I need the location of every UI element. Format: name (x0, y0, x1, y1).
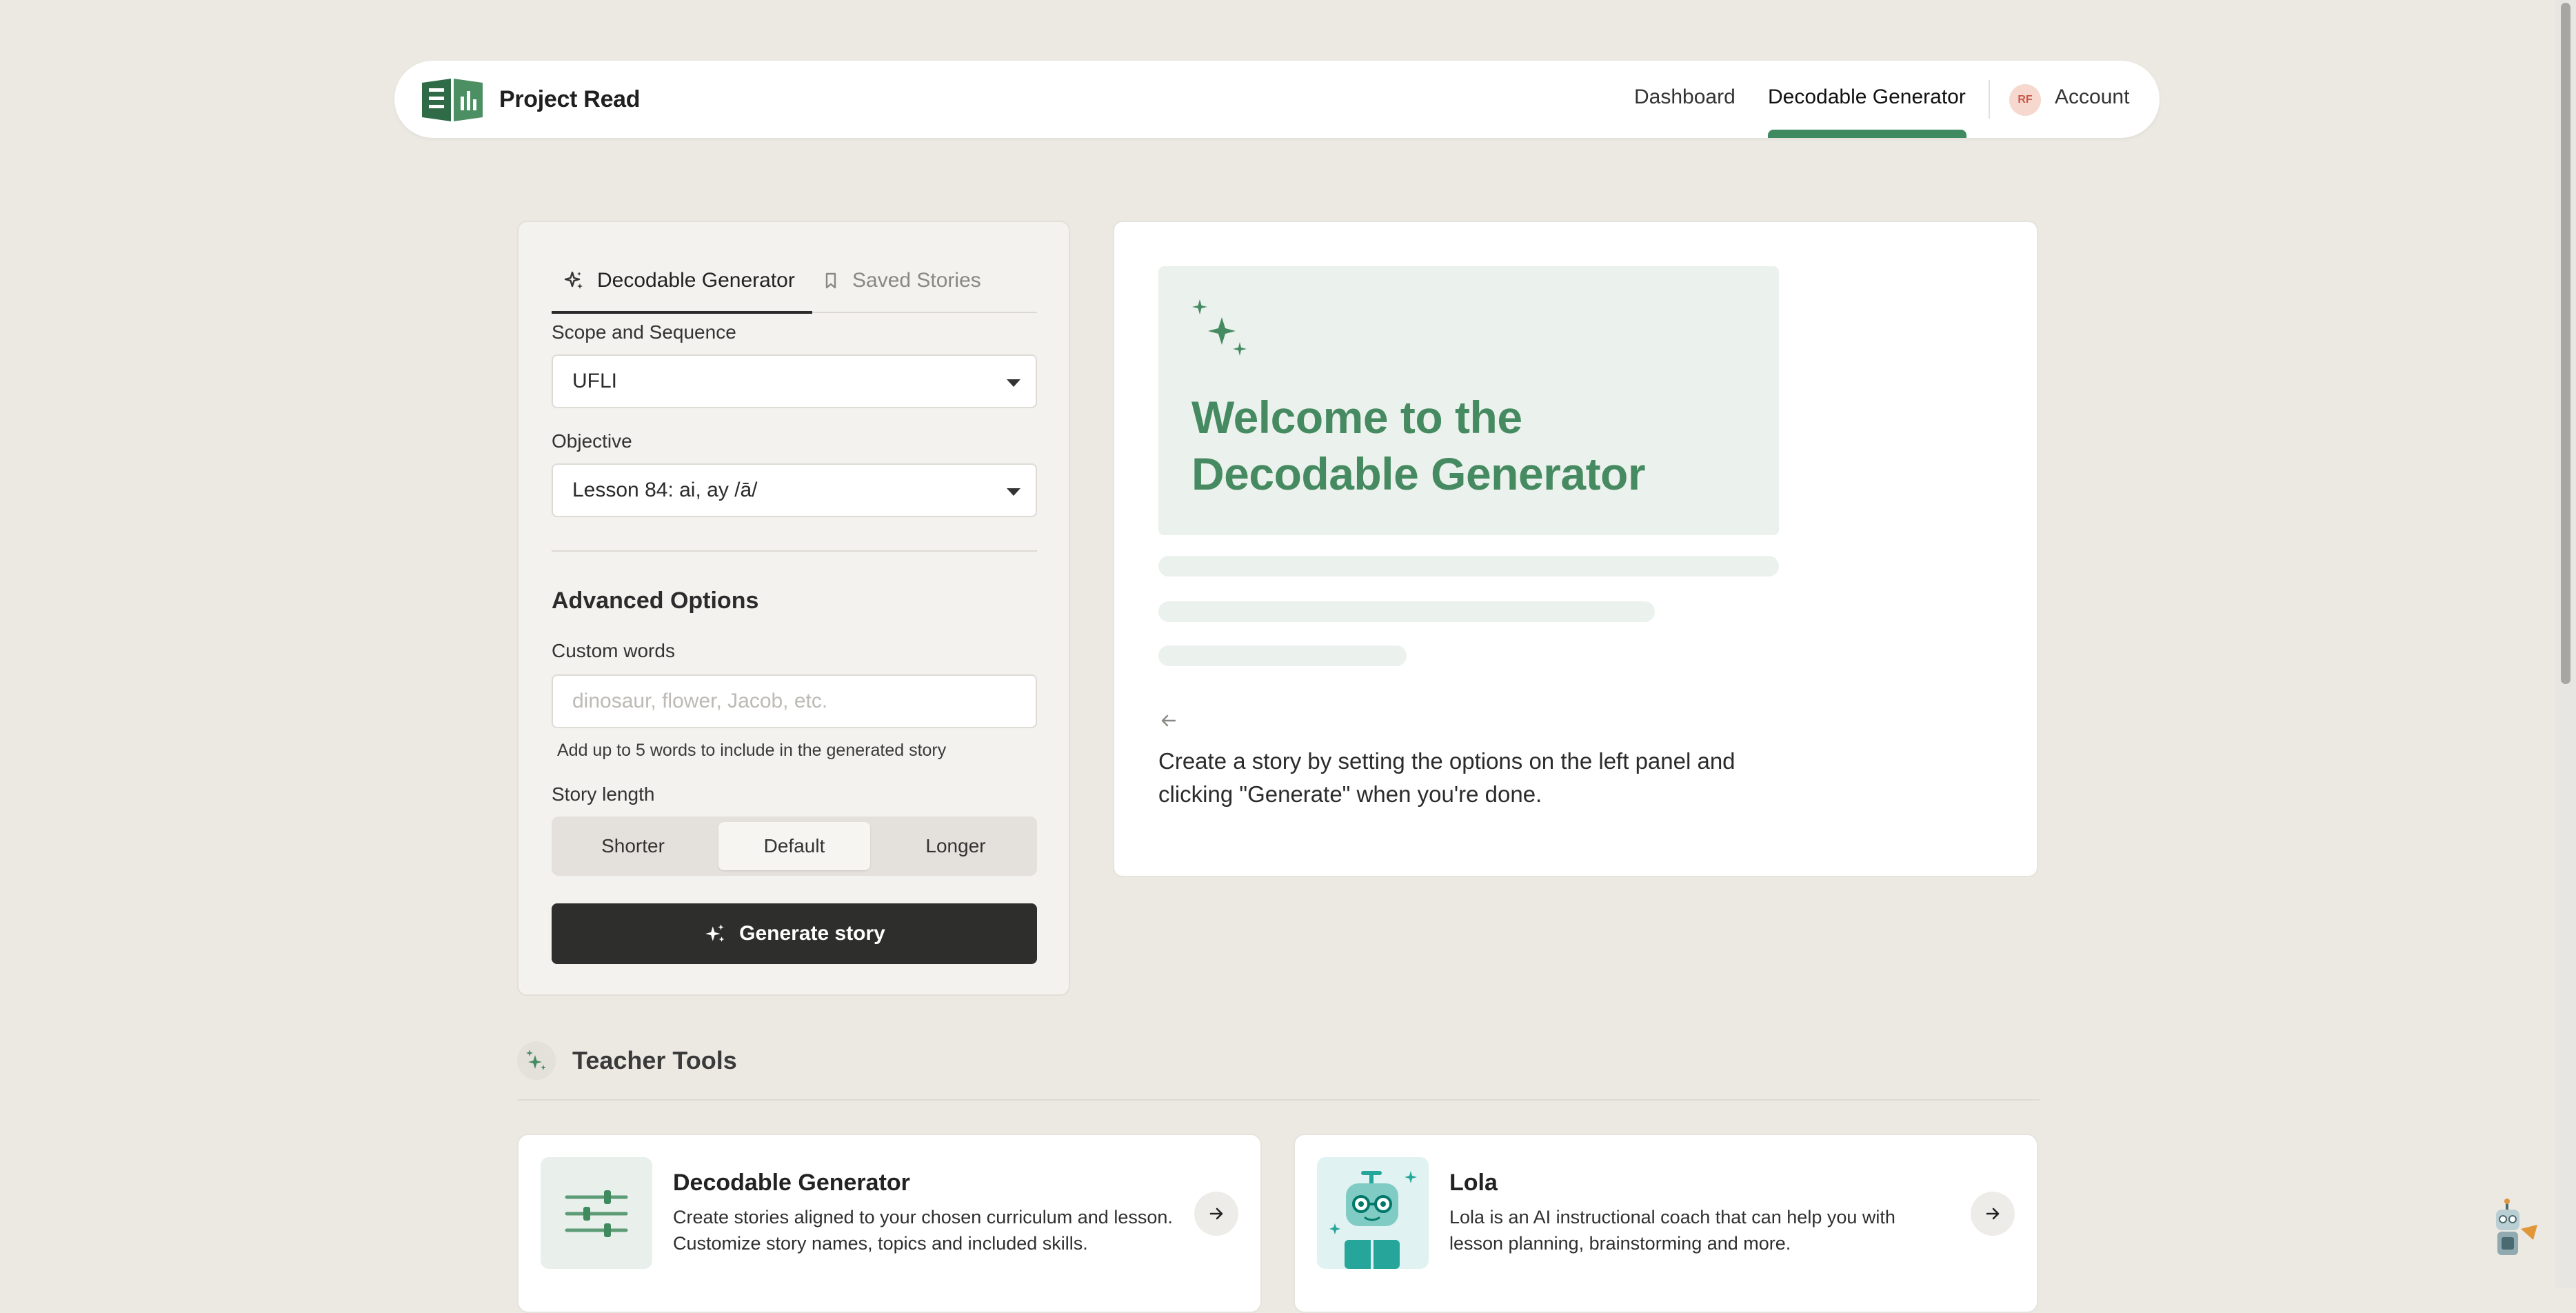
generator-options-panel: Decodable Generator Saved Stories Scope … (517, 221, 1070, 996)
teacher-tools-title: Teacher Tools (572, 1046, 737, 1074)
skeleton-line (1158, 556, 1779, 577)
skeleton-line (1158, 601, 1655, 622)
objective-select[interactable]: Lesson 84: ai, ay /ā/ (552, 463, 1037, 517)
chevron-down-icon (1007, 488, 1020, 496)
open-tool-button[interactable] (1971, 1192, 2015, 1236)
tool-name: Decodable Generator (673, 1170, 910, 1196)
section-divider (517, 1099, 2040, 1101)
custom-words-hint: Add up to 5 words to include in the gene… (557, 741, 947, 760)
welcome-card: Welcome to the Decodable Generator Creat… (1113, 221, 2038, 877)
bookmark-icon (825, 272, 836, 289)
avatar[interactable]: RF (2009, 84, 2041, 116)
story-length-toggle: Shorter Default Longer (552, 816, 1037, 876)
length-option-shorter[interactable]: Shorter (557, 822, 709, 870)
nav-account-link[interactable]: Account (2055, 86, 2129, 109)
nav-dashboard-link[interactable]: Dashboard (1634, 86, 1735, 109)
active-tab-indicator (552, 311, 812, 314)
length-option-default[interactable]: Default (718, 822, 870, 870)
tool-description: Lola is an AI instructional coach that c… (1449, 1207, 1895, 1254)
generate-label: Generate story (739, 922, 885, 945)
skeleton-line (1158, 645, 1407, 666)
sliders-icon (541, 1157, 652, 1269)
advanced-options-heading: Advanced Options (552, 588, 759, 614)
tab-label: Decodable Generator (597, 269, 795, 292)
robot-icon (1317, 1157, 1429, 1269)
top-nav: Project Read Dashboard Decodable Generat… (394, 61, 2160, 138)
arrow-right-icon (1209, 1207, 1223, 1220)
nav-divider (1989, 80, 1990, 119)
sparkles-icon (705, 924, 725, 942)
nav-decodable-generator-link[interactable]: Decodable Generator (1768, 86, 1966, 109)
chevron-down-icon (1007, 379, 1020, 387)
welcome-description: Create a story by setting the options on… (1158, 748, 1735, 807)
teacher-tools-header: Teacher Tools (517, 1041, 737, 1080)
assistant-launcher-button[interactable] (2489, 1197, 2544, 1259)
custom-words-label: Custom words (552, 640, 675, 661)
objective-label: Objective (552, 430, 632, 452)
tab-label: Saved Stories (852, 269, 981, 292)
custom-words-input[interactable] (552, 674, 1037, 728)
welcome-title: Welcome to the Decodable Generator (1191, 392, 1646, 499)
tool-description: Create stories aligned to your chosen cu… (673, 1207, 1173, 1254)
brand[interactable]: Project Read (421, 76, 641, 123)
tool-card-lola[interactable]: Lola Lola is an AI instructional coach t… (1294, 1134, 2038, 1313)
sparkles-icon (517, 1041, 556, 1080)
tab-decodable-generator[interactable]: Decodable Generator (563, 263, 795, 298)
scope-select[interactable]: UFLI (552, 354, 1037, 408)
panel-tabs: Decodable Generator Saved Stories (552, 250, 1037, 314)
active-nav-indicator (1768, 130, 1966, 138)
book-logo-icon (422, 79, 483, 121)
objective-value: Lesson 84: ai, ay /ā/ (572, 479, 758, 501)
tool-name: Lola (1449, 1170, 1498, 1196)
brand-name: Project Read (499, 86, 641, 112)
generate-story-button[interactable]: Generate story (552, 903, 1037, 964)
page-scrollbar[interactable] (2555, 0, 2576, 1288)
scope-label: Scope and Sequence (552, 321, 736, 343)
arrow-right-icon (1986, 1207, 2000, 1220)
open-tool-button[interactable] (1194, 1192, 1238, 1236)
tool-card-decodable-generator[interactable]: Decodable Generator Create stories align… (517, 1134, 1262, 1313)
length-option-longer[interactable]: Longer (880, 822, 1032, 870)
robot-icon (2496, 1199, 2537, 1255)
story-length-label: Story length (552, 783, 655, 805)
scrollbar-thumb[interactable] (2561, 3, 2570, 684)
section-divider (552, 550, 1037, 552)
welcome-hero: Welcome to the Decodable Generator (1158, 266, 1779, 535)
arrow-left-icon (1161, 714, 1176, 727)
tab-saved-stories[interactable]: Saved Stories (822, 263, 981, 298)
scope-value: UFLI (572, 370, 618, 392)
sparkles-icon (1192, 299, 1247, 356)
sparkles-icon (564, 271, 583, 289)
